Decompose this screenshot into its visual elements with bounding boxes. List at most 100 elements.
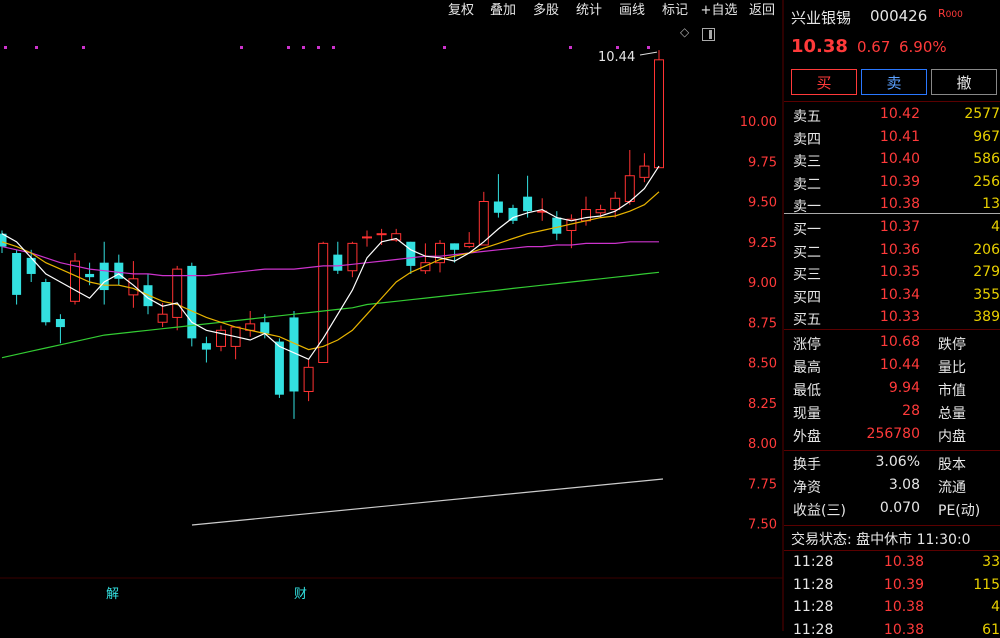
divider-1: [784, 101, 1000, 102]
stat-label-2: PE(动): [938, 503, 981, 519]
toolbar-duogu[interactable]: 多股: [526, 0, 566, 22]
stock-pct: 6.90%: [899, 38, 947, 56]
toolbar-diejia[interactable]: 叠加: [483, 0, 523, 22]
ob-volume: 13: [982, 196, 1000, 212]
ob-price: 10.36: [879, 241, 920, 258]
toolbar-fuquan[interactable]: 复权: [441, 0, 481, 22]
y-tick-label: 8.00: [748, 437, 777, 452]
ob-label: 买五: [793, 312, 821, 328]
buy-button[interactable]: 买: [791, 69, 857, 95]
y-tick-label: 9.25: [748, 236, 777, 251]
toolbar-add-watchlist[interactable]: +自选: [697, 0, 741, 22]
stat-value: 3.06%: [875, 454, 920, 470]
ob-price: 10.33: [879, 309, 920, 325]
candle-body-up: [654, 59, 664, 169]
candle-body-down: [552, 217, 562, 234]
candles-layer: [0, 50, 664, 419]
ob-label: 卖二: [793, 176, 821, 193]
toolbar-huaxian[interactable]: 画线: [612, 0, 652, 22]
toolbar-back[interactable]: 返回: [742, 0, 782, 22]
candle-body-down: [450, 243, 460, 250]
stat-value: 3.08: [888, 477, 920, 493]
panel-toggle-icon[interactable]: [702, 28, 715, 41]
stat-label: 现量: [793, 406, 821, 422]
sell-button[interactable]: 卖: [861, 69, 927, 95]
y-tick-label: 8.50: [748, 357, 777, 372]
ob-price: 10.42: [879, 106, 920, 122]
tick-volume: 33: [982, 554, 1000, 570]
candle-body-up: [303, 366, 314, 392]
stock-tag-num: 000: [945, 10, 963, 20]
y-tick-label: 9.00: [748, 276, 777, 291]
cancel-button[interactable]: 撤: [931, 69, 997, 95]
ob-volume: 355: [973, 286, 1000, 303]
candle-body-down: [523, 196, 533, 212]
event-dot: [287, 46, 290, 49]
y-tick-label: 8.75: [748, 316, 777, 331]
event-dot: [616, 46, 619, 49]
stock-code: 000426: [870, 7, 928, 25]
ma-layer: [1, 165, 664, 526]
tick-time: 11:28: [793, 554, 834, 570]
candle-body-up: [362, 236, 372, 239]
ob-label: 卖一: [793, 199, 821, 215]
event-dot: [4, 46, 7, 49]
event-dot: [317, 46, 320, 49]
stat-value: 9.94: [888, 380, 920, 396]
ob-volume: 389: [973, 309, 1000, 325]
candle-body-up: [128, 278, 139, 296]
ob-price: 10.41: [879, 128, 920, 145]
ob-label: 买四: [793, 289, 821, 306]
marker-jie[interactable]: 解: [106, 583, 119, 602]
y-axis: 10.00 9.75 9.50 9.25 9.00 8.75 8.50 8.25 8.00 7.7…: [740, 115, 777, 533]
ma250-line: [191, 478, 664, 526]
toolbar-biaoji[interactable]: 标记: [655, 0, 695, 22]
tick-time: 11:28: [793, 621, 834, 638]
ma20-line: [1, 241, 659, 277]
ob-price: 10.40: [879, 151, 920, 167]
stat-label: 最低: [793, 383, 821, 399]
ob-label: 卖四: [793, 131, 821, 148]
stat-label-2: 跌停: [938, 337, 966, 353]
candle-body-down: [201, 343, 211, 350]
stat-label-2: 流通: [938, 480, 966, 496]
divider-3: [784, 450, 1000, 451]
candle-body-down: [55, 319, 65, 328]
ob-volume: 4: [991, 219, 1000, 235]
y-tick-label: 9.50: [748, 196, 777, 211]
y-tick-label: 8.25: [748, 397, 777, 412]
event-dot: [332, 46, 335, 49]
candle-body-down: [406, 241, 416, 266]
stat-label-2: 内盘: [938, 429, 966, 445]
ob-price: 10.38: [879, 196, 920, 212]
candle-body-up: [347, 242, 358, 272]
event-dot: [647, 46, 650, 49]
tick-volume: 4: [991, 599, 1000, 615]
stat-value: 0.070: [879, 500, 920, 516]
stat-value: 10.44: [879, 357, 920, 373]
event-dot: [302, 46, 305, 49]
candle-body-down: [85, 273, 95, 278]
ob-volume: 967: [973, 128, 1000, 145]
candle-body-up: [595, 209, 606, 214]
diamond-icon[interactable]: ◇: [680, 26, 691, 38]
stat-label-2: 量比: [938, 360, 966, 376]
ob-price: 10.39: [879, 173, 920, 190]
candle-body-up: [624, 175, 635, 203]
toolbar-tongji[interactable]: 统计: [569, 0, 609, 22]
stat-label: 外盘: [793, 429, 821, 445]
tick-price: 10.38: [883, 621, 924, 638]
candle-body-up: [610, 197, 621, 211]
marker-cai[interactable]: 财: [294, 583, 307, 602]
event-dot: [569, 46, 572, 49]
candle-body-down: [26, 257, 36, 274]
tick-price: 10.38: [883, 599, 924, 615]
ob-label: 买二: [793, 244, 821, 261]
tick-price: 10.39: [883, 576, 924, 593]
stat-label: 涨停: [793, 337, 821, 353]
stat-label-2: 市值: [938, 383, 966, 399]
event-dot: [443, 46, 446, 49]
event-dot: [35, 46, 38, 49]
candle-body-up: [581, 209, 591, 222]
stat-label-2: 总量: [938, 406, 966, 422]
